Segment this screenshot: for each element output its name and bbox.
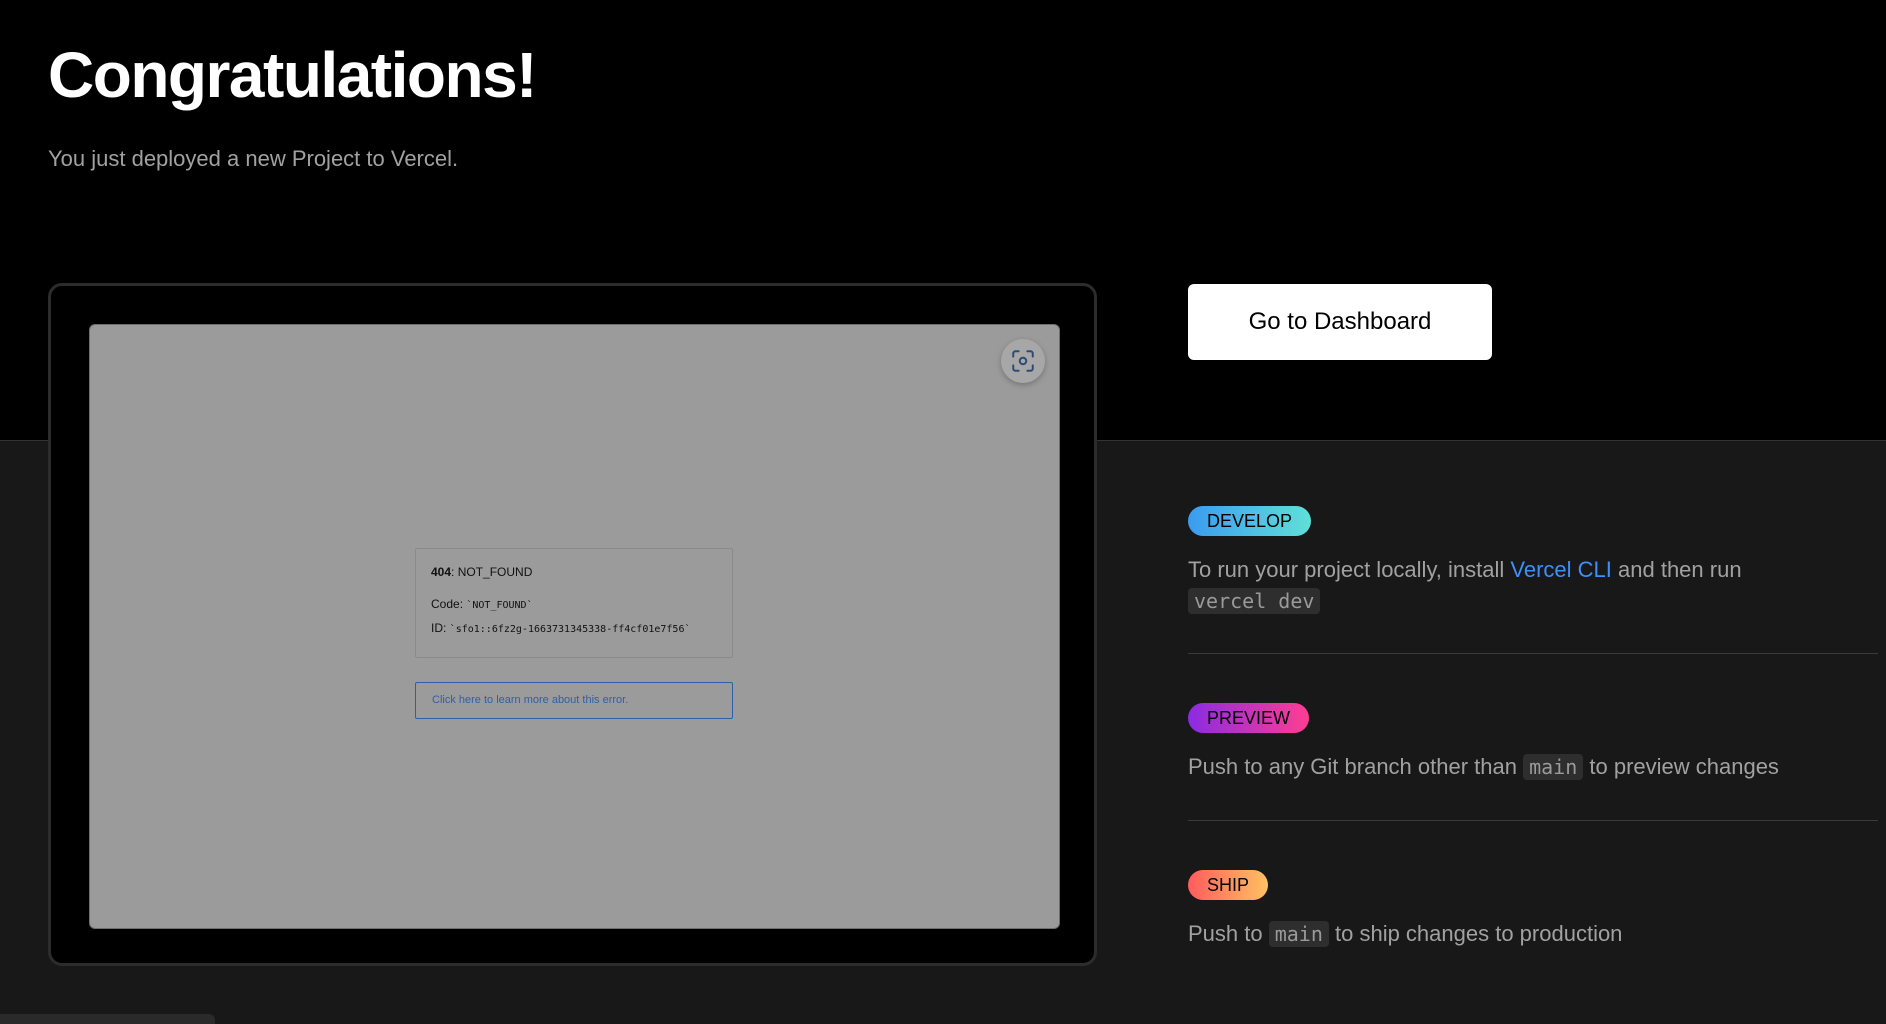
page-title: Congratulations! — [48, 39, 537, 111]
preview-branch-code: main — [1523, 754, 1584, 780]
preview-text-before: Push to any Git branch other than — [1188, 754, 1524, 779]
ship-text-before: Push to — [1188, 921, 1269, 946]
error-id: ID: `sfo1::6fz2g-1663731345338-ff4cf01e7… — [431, 621, 717, 635]
preview-badge: PREVIEW — [1188, 703, 1310, 733]
error-id-value: `sfo1::6fz2g-1663731345338-ff4cf01e7f56` — [449, 624, 691, 635]
go-to-dashboard-button[interactable]: Go to Dashboard — [1188, 284, 1492, 360]
deployment-preview-screenshot[interactable]: 404: NOT_FOUND Code: `NOT_FOUND` ID: `sf… — [89, 324, 1060, 929]
develop-text-before: To run your project locally, install — [1188, 557, 1511, 582]
screenshot-button[interactable] — [1001, 339, 1045, 383]
ship-branch-code: main — [1268, 921, 1329, 947]
error-code: Code: `NOT_FOUND` — [431, 597, 717, 611]
preview-description: Push to any Git branch other than main t… — [1188, 751, 1878, 783]
step-divider — [1188, 653, 1878, 654]
error-code-label: Code: — [431, 597, 467, 611]
develop-text-after: and then run — [1611, 557, 1742, 582]
error-code-value: `NOT_FOUND` — [466, 600, 533, 611]
develop-description: To run your project locally, install Ver… — [1188, 554, 1878, 617]
develop-command: vercel dev — [1188, 588, 1321, 614]
page-subtitle: You just deployed a new Project to Verce… — [48, 146, 459, 171]
ship-text-after: to ship changes to production — [1328, 921, 1623, 946]
error-status: 404: NOT_FOUND — [431, 565, 717, 579]
ship-badge: SHIP — [1188, 870, 1269, 900]
step-preview: PREVIEW Push to any Git branch other tha… — [1188, 703, 1878, 783]
error-status-code: 404 — [431, 565, 452, 579]
screenshot-icon — [1012, 350, 1034, 372]
error-message-box: 404: NOT_FOUND Code: `NOT_FOUND` ID: `sf… — [415, 548, 733, 658]
error-id-label: ID: — [431, 621, 450, 635]
step-ship: SHIP Push to main to ship changes to pro… — [1188, 870, 1878, 950]
step-develop: DEVELOP To run your project locally, ins… — [1188, 506, 1878, 617]
learn-more-error-link[interactable]: Click here to learn more about this erro… — [415, 682, 733, 719]
preview-text-after: to preview changes — [1583, 754, 1779, 779]
deployment-preview-frame: 404: NOT_FOUND Code: `NOT_FOUND` ID: `sf… — [48, 283, 1097, 966]
status-bar-tab — [0, 1014, 215, 1024]
ship-description: Push to main to ship changes to producti… — [1188, 918, 1878, 950]
error-status-text: : NOT_FOUND — [451, 565, 533, 579]
vercel-cli-link[interactable]: Vercel CLI — [1510, 557, 1612, 582]
develop-badge: DEVELOP — [1188, 506, 1312, 536]
step-divider — [1188, 820, 1878, 821]
